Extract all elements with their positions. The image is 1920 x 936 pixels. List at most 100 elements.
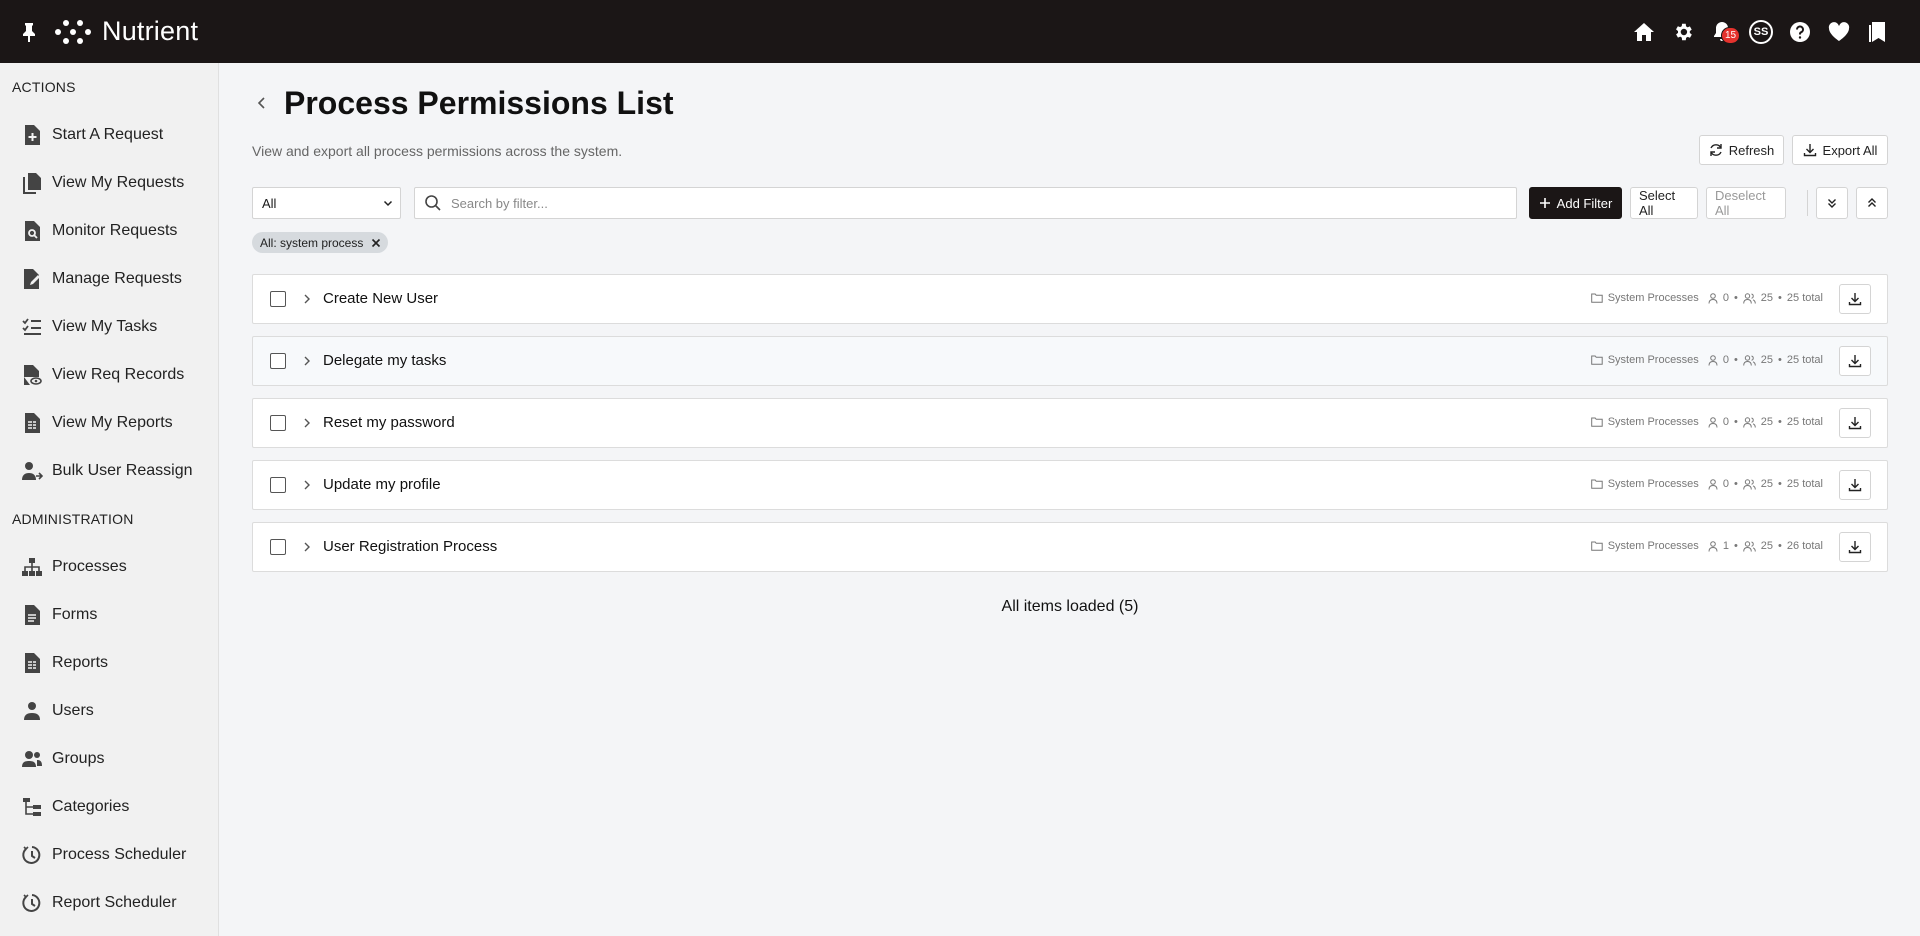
select-all-button[interactable]: Select All: [1630, 187, 1698, 219]
users-icon: [1742, 416, 1756, 428]
users-icon: [1742, 478, 1756, 490]
users-icon: [1742, 354, 1756, 366]
table-row[interactable]: Create New User System Processes 0 • 25 • …: [252, 274, 1888, 324]
sidebar-item-view-my-requests[interactable]: View My Requests: [0, 163, 219, 203]
back-chevron-icon[interactable]: [252, 93, 272, 113]
gear-icon[interactable]: [1671, 20, 1695, 44]
sidebar-item-label: Categories: [52, 798, 130, 815]
chevron-right-icon[interactable]: [298, 414, 316, 432]
sidebar-item-label: Forms: [52, 606, 98, 623]
table-row[interactable]: User Registration Process System Process…: [252, 522, 1888, 572]
sidebar-item-users[interactable]: Users: [0, 691, 219, 731]
folder-icon: [1590, 479, 1603, 489]
row-checkbox[interactable]: [270, 477, 286, 493]
process-name: Create New User: [323, 290, 439, 307]
search-box[interactable]: [414, 187, 1517, 219]
sidebar-item-label: Manage Requests: [52, 270, 182, 287]
process-name: User Registration Process: [323, 538, 498, 555]
page-subtitle: View and export all process permissions …: [252, 143, 623, 159]
toolbar-divider: [1807, 190, 1808, 216]
pin-icon[interactable]: [20, 21, 38, 43]
chevron-right-icon[interactable]: [298, 290, 316, 308]
row-checkbox[interactable]: [270, 539, 286, 555]
app-name: Nutrient: [102, 16, 199, 46]
row-meta: System Processes 1 • 25 • 26 total: [1590, 540, 1823, 552]
plus-icon: [1539, 198, 1550, 208]
export-all-button[interactable]: Export All: [1792, 135, 1888, 165]
chevron-right-icon[interactable]: [298, 352, 316, 370]
table-row[interactable]: Reset my password System Processes 0 • 25…: [252, 398, 1888, 448]
row-checkbox[interactable]: [270, 353, 286, 369]
app-logo[interactable]: Nutrient: [54, 16, 198, 47]
notification-badge: 15: [1721, 26, 1741, 44]
sidebar-item-reports[interactable]: Reports: [0, 643, 219, 683]
refresh-button[interactable]: Refresh: [1699, 135, 1784, 165]
sidebar-item-view-my-tasks[interactable]: View My Tasks: [0, 307, 219, 347]
sidebar-item-groups[interactable]: Groups: [0, 739, 219, 779]
download-button[interactable]: [1839, 532, 1871, 562]
sidebar-item-label: Users: [52, 702, 94, 719]
sidebar-item-view-req-records[interactable]: View Req Records: [0, 355, 219, 395]
user-reassign-icon: [20, 459, 44, 483]
load-status: All items loaded (5): [1001, 598, 1139, 615]
sidebar-item-label: Process Scheduler: [52, 846, 187, 863]
scope-select[interactable]: All: [252, 187, 401, 219]
sidebar-item-monitor-requests[interactable]: Monitor Requests: [0, 211, 219, 251]
collapse-all-button[interactable]: [1856, 187, 1888, 219]
close-icon[interactable]: [371, 238, 381, 248]
download-icon: [1803, 144, 1816, 157]
row-checkbox[interactable]: [270, 415, 286, 431]
download-icon: [1848, 293, 1862, 306]
chevron-down-icon: [383, 200, 393, 207]
sidebar-item-manage-requests[interactable]: Manage Requests: [0, 259, 219, 299]
download-button[interactable]: [1839, 470, 1871, 500]
deselect-all-button[interactable]: Deselect All: [1706, 187, 1786, 219]
sidebar-item-label: Processes: [52, 558, 127, 575]
sidebar-item-categories[interactable]: Categories: [0, 787, 219, 827]
home-icon[interactable]: [1632, 20, 1656, 44]
sidebar-item-process-scheduler[interactable]: Process Scheduler: [0, 835, 219, 875]
add-filter-button[interactable]: Add Filter: [1529, 187, 1622, 219]
chevron-right-icon[interactable]: [298, 538, 316, 556]
report-icon: [20, 411, 44, 435]
expand-all-button[interactable]: [1816, 187, 1848, 219]
chevron-right-icon[interactable]: [298, 476, 316, 494]
users-icon: [1742, 540, 1756, 552]
download-icon: [1848, 355, 1862, 368]
table-row[interactable]: Delegate my tasks System Processes 0 • 25…: [252, 336, 1888, 386]
sidebar-item-label: View My Requests: [52, 174, 185, 191]
search-input[interactable]: [451, 195, 1451, 211]
download-button[interactable]: [1839, 284, 1871, 314]
row-checkbox[interactable]: [270, 291, 286, 307]
tree-icon: [20, 795, 44, 819]
download-icon: [1848, 417, 1862, 430]
sidebar-item-label: Reports: [52, 654, 109, 671]
search-icon: [425, 195, 441, 211]
task-list-icon: [20, 315, 44, 339]
nutrient-logo-icon: [55, 19, 91, 44]
bell-icon[interactable]: 15: [1710, 20, 1741, 44]
download-button[interactable]: [1839, 346, 1871, 376]
bookmarks-icon[interactable]: [1866, 20, 1890, 44]
help-icon[interactable]: [1788, 20, 1812, 44]
file-plus-icon: [20, 123, 44, 147]
sidebar-item-label: Bulk User Reassign: [52, 462, 193, 479]
user-icon: [20, 699, 44, 723]
row-meta: System Processes 0 • 25 • 25 total: [1590, 354, 1823, 366]
refresh-icon: [1710, 144, 1722, 156]
sidebar-item-report-scheduler[interactable]: Report Scheduler: [0, 883, 219, 923]
sidebar-item-forms[interactable]: Forms: [0, 595, 219, 635]
heart-icon[interactable]: [1827, 20, 1851, 44]
folder-icon: [1590, 417, 1603, 427]
file-eye-icon: [20, 363, 44, 387]
user-icon: [1708, 292, 1718, 304]
sidebar-item-label: View My Reports: [52, 414, 173, 431]
sidebar-item-processes[interactable]: Processes: [0, 547, 219, 587]
download-button[interactable]: [1839, 408, 1871, 438]
sidebar-item-view-my-reports[interactable]: View My Reports: [0, 403, 219, 443]
user-avatar[interactable]: SS: [1749, 19, 1773, 44]
download-icon: [1848, 479, 1862, 492]
sidebar-item-start-request[interactable]: Start A Request: [0, 115, 219, 155]
table-row[interactable]: Update my profile System Processes 0 • 25…: [252, 460, 1888, 510]
sidebar-item-bulk-user-reassign[interactable]: Bulk User Reassign: [0, 451, 219, 491]
